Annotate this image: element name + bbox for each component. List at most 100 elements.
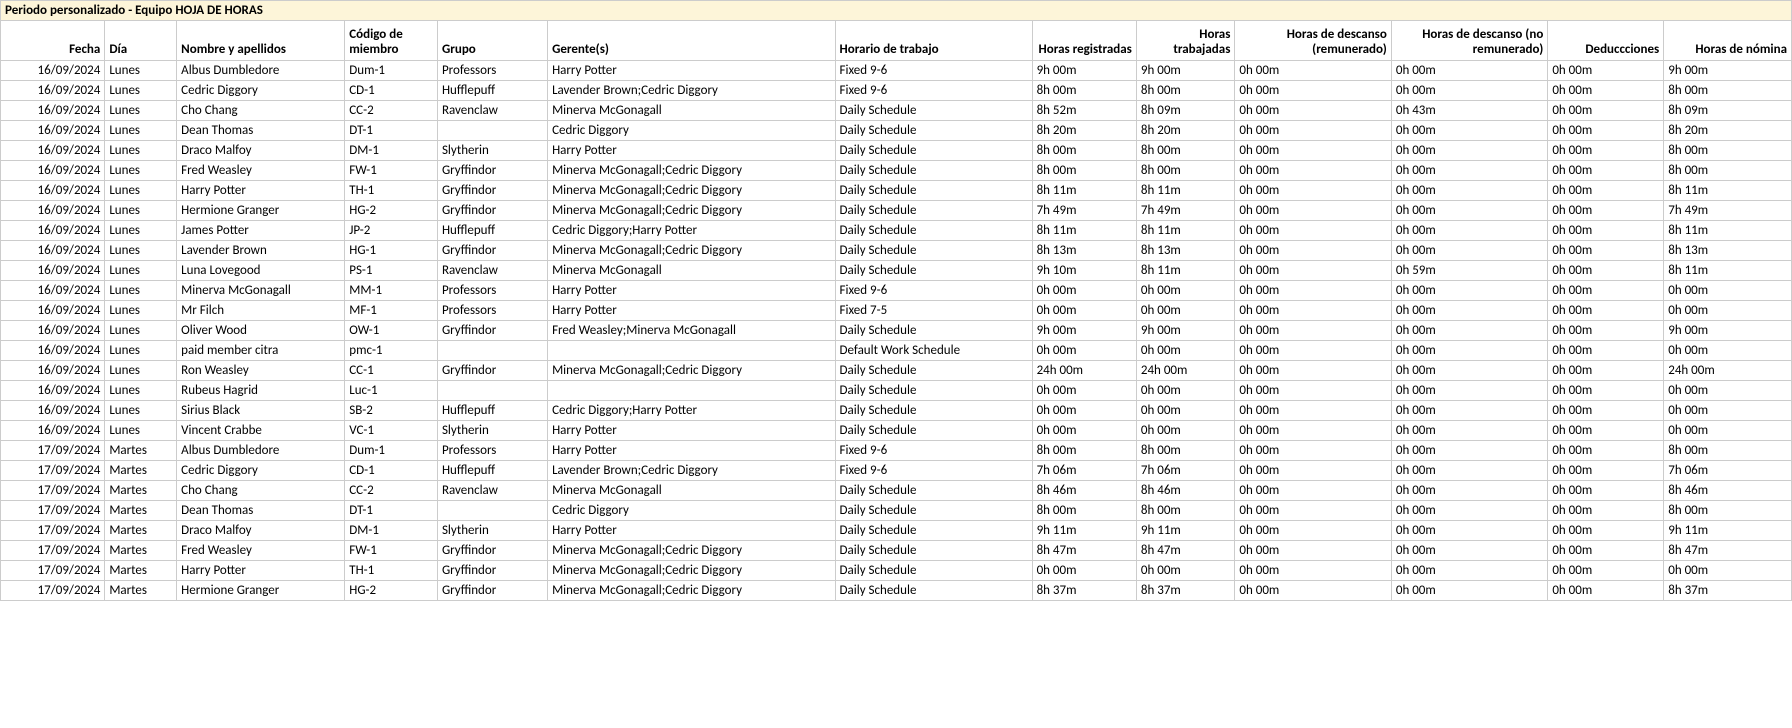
cell-dia[interactable]: Martes — [105, 481, 177, 501]
cell-grupo[interactable] — [437, 121, 547, 141]
cell-horario[interactable]: Fixed 9-6 — [835, 81, 1032, 101]
cell-h_nom[interactable]: 8h 00m — [1664, 141, 1792, 161]
cell-codigo[interactable]: DM-1 — [345, 521, 438, 541]
cell-h_trab[interactable]: 0h 00m — [1136, 381, 1235, 401]
cell-codigo[interactable]: OW-1 — [345, 321, 438, 341]
cell-deducc[interactable]: 0h 00m — [1548, 81, 1664, 101]
cell-nombre[interactable]: Mr Filch — [177, 301, 345, 321]
cell-horario[interactable]: Daily Schedule — [835, 561, 1032, 581]
cell-h_nom[interactable]: 8h 46m — [1664, 481, 1792, 501]
cell-dia[interactable]: Lunes — [105, 401, 177, 421]
cell-h_reg[interactable]: 9h 00m — [1032, 321, 1136, 341]
cell-deducc[interactable]: 0h 00m — [1548, 341, 1664, 361]
cell-h_nom[interactable]: 9h 00m — [1664, 61, 1792, 81]
cell-h_nom[interactable]: 0h 00m — [1664, 341, 1792, 361]
cell-horario[interactable]: Daily Schedule — [835, 261, 1032, 281]
cell-codigo[interactable]: VC-1 — [345, 421, 438, 441]
cell-h_desc_nr[interactable]: 0h 59m — [1391, 261, 1547, 281]
cell-gerentes[interactable]: Lavender Brown;Cedric Diggory — [548, 81, 835, 101]
cell-horario[interactable]: Fixed 7-5 — [835, 301, 1032, 321]
cell-codigo[interactable]: FW-1 — [345, 541, 438, 561]
cell-codigo[interactable]: JP-2 — [345, 221, 438, 241]
cell-codigo[interactable]: MF-1 — [345, 301, 438, 321]
cell-h_desc_nr[interactable]: 0h 00m — [1391, 421, 1547, 441]
cell-h_reg[interactable]: 8h 47m — [1032, 541, 1136, 561]
cell-h_nom[interactable]: 0h 00m — [1664, 421, 1792, 441]
cell-codigo[interactable]: HG-2 — [345, 581, 438, 601]
cell-horario[interactable]: Fixed 9-6 — [835, 461, 1032, 481]
cell-fecha[interactable]: 16/09/2024 — [1, 181, 105, 201]
cell-horario[interactable]: Daily Schedule — [835, 181, 1032, 201]
cell-h_desc_r[interactable]: 0h 00m — [1235, 481, 1391, 501]
cell-h_nom[interactable]: 8h 00m — [1664, 81, 1792, 101]
cell-h_nom[interactable]: 8h 00m — [1664, 501, 1792, 521]
cell-deducc[interactable]: 0h 00m — [1548, 321, 1664, 341]
cell-h_desc_r[interactable]: 0h 00m — [1235, 101, 1391, 121]
cell-dia[interactable]: Martes — [105, 441, 177, 461]
cell-deducc[interactable]: 0h 00m — [1548, 461, 1664, 481]
cell-h_desc_r[interactable]: 0h 00m — [1235, 381, 1391, 401]
cell-nombre[interactable]: Draco Malfoy — [177, 141, 345, 161]
cell-nombre[interactable]: Draco Malfoy — [177, 521, 345, 541]
cell-deducc[interactable]: 0h 00m — [1548, 161, 1664, 181]
cell-h_desc_r[interactable]: 0h 00m — [1235, 241, 1391, 261]
cell-horario[interactable]: Daily Schedule — [835, 401, 1032, 421]
cell-h_desc_r[interactable]: 0h 00m — [1235, 541, 1391, 561]
cell-dia[interactable]: Martes — [105, 581, 177, 601]
cell-deducc[interactable]: 0h 00m — [1548, 561, 1664, 581]
cell-h_desc_nr[interactable]: 0h 00m — [1391, 461, 1547, 481]
cell-gerentes[interactable]: Cedric Diggory;Harry Potter — [548, 401, 835, 421]
cell-h_nom[interactable]: 8h 37m — [1664, 581, 1792, 601]
cell-nombre[interactable]: Rubeus Hagrid — [177, 381, 345, 401]
cell-gerentes[interactable]: Minerva McGonagall;Cedric Diggory — [548, 541, 835, 561]
cell-nombre[interactable]: Cho Chang — [177, 481, 345, 501]
cell-nombre[interactable]: Harry Potter — [177, 561, 345, 581]
cell-grupo[interactable]: Slytherin — [437, 421, 547, 441]
cell-fecha[interactable]: 17/09/2024 — [1, 541, 105, 561]
cell-deducc[interactable]: 0h 00m — [1548, 261, 1664, 281]
cell-deducc[interactable]: 0h 00m — [1548, 521, 1664, 541]
cell-fecha[interactable]: 17/09/2024 — [1, 441, 105, 461]
cell-nombre[interactable]: Albus Dumbledore — [177, 441, 345, 461]
cell-deducc[interactable]: 0h 00m — [1548, 141, 1664, 161]
cell-codigo[interactable]: DT-1 — [345, 501, 438, 521]
cell-h_trab[interactable]: 8h 13m — [1136, 241, 1235, 261]
cell-deducc[interactable]: 0h 00m — [1548, 101, 1664, 121]
cell-fecha[interactable]: 16/09/2024 — [1, 361, 105, 381]
cell-fecha[interactable]: 17/09/2024 — [1, 481, 105, 501]
cell-h_trab[interactable]: 8h 11m — [1136, 181, 1235, 201]
cell-deducc[interactable]: 0h 00m — [1548, 581, 1664, 601]
cell-h_reg[interactable]: 8h 11m — [1032, 181, 1136, 201]
cell-h_nom[interactable]: 0h 00m — [1664, 401, 1792, 421]
cell-codigo[interactable]: CC-2 — [345, 481, 438, 501]
cell-gerentes[interactable]: Minerva McGonagall — [548, 261, 835, 281]
cell-grupo[interactable]: Gryffindor — [437, 241, 547, 261]
cell-h_desc_r[interactable]: 0h 00m — [1235, 581, 1391, 601]
cell-h_desc_nr[interactable]: 0h 00m — [1391, 501, 1547, 521]
cell-dia[interactable]: Lunes — [105, 61, 177, 81]
cell-h_nom[interactable]: 8h 00m — [1664, 161, 1792, 181]
cell-codigo[interactable]: MM-1 — [345, 281, 438, 301]
cell-h_trab[interactable]: 8h 00m — [1136, 141, 1235, 161]
cell-h_desc_r[interactable]: 0h 00m — [1235, 321, 1391, 341]
cell-h_nom[interactable]: 0h 00m — [1664, 381, 1792, 401]
cell-deducc[interactable]: 0h 00m — [1548, 381, 1664, 401]
cell-h_desc_r[interactable]: 0h 00m — [1235, 441, 1391, 461]
cell-fecha[interactable]: 16/09/2024 — [1, 421, 105, 441]
cell-fecha[interactable]: 17/09/2024 — [1, 561, 105, 581]
cell-h_desc_r[interactable]: 0h 00m — [1235, 521, 1391, 541]
cell-h_trab[interactable]: 8h 11m — [1136, 221, 1235, 241]
cell-codigo[interactable]: DT-1 — [345, 121, 438, 141]
cell-h_desc_r[interactable]: 0h 00m — [1235, 261, 1391, 281]
cell-deducc[interactable]: 0h 00m — [1548, 541, 1664, 561]
cell-gerentes[interactable]: Minerva McGonagall;Cedric Diggory — [548, 161, 835, 181]
cell-h_desc_nr[interactable]: 0h 00m — [1391, 201, 1547, 221]
cell-gerentes[interactable]: Minerva McGonagall — [548, 481, 835, 501]
cell-h_nom[interactable]: 8h 13m — [1664, 241, 1792, 261]
cell-deducc[interactable]: 0h 00m — [1548, 281, 1664, 301]
cell-fecha[interactable]: 16/09/2024 — [1, 301, 105, 321]
cell-nombre[interactable]: Hermione Granger — [177, 581, 345, 601]
cell-gerentes[interactable]: Harry Potter — [548, 441, 835, 461]
cell-h_desc_r[interactable]: 0h 00m — [1235, 461, 1391, 481]
cell-h_reg[interactable]: 0h 00m — [1032, 301, 1136, 321]
